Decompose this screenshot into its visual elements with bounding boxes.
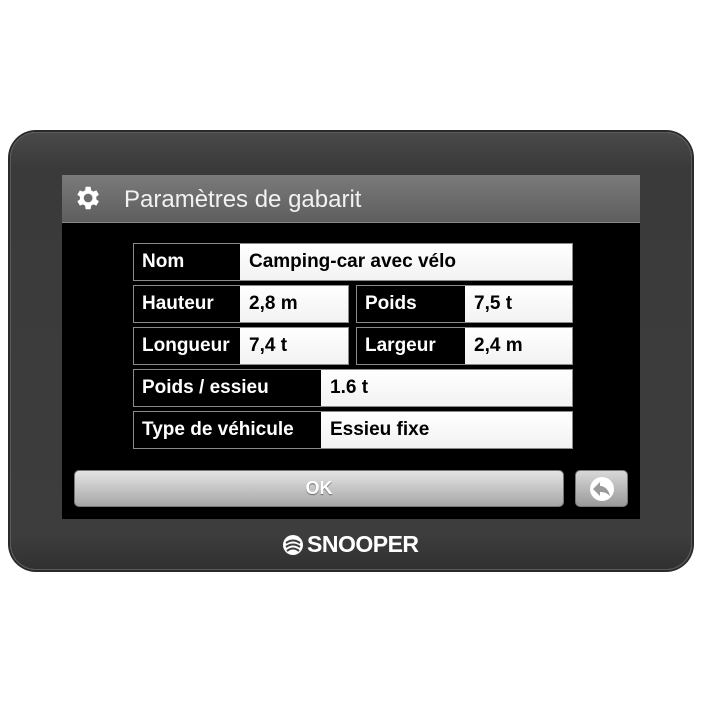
gear-icon <box>77 186 99 210</box>
field-poids-value[interactable]: 7,5 t <box>465 286 572 322</box>
page-title: Paramètres de gabarit <box>124 186 362 213</box>
snooper-logo-icon <box>283 534 303 555</box>
brand-name: SNOOPER <box>307 531 419 557</box>
field-poids-essieu[interactable]: Poids / essieu 1.6 t <box>133 369 573 407</box>
field-nom[interactable]: Nom Camping-car avec vélo <box>133 243 573 281</box>
field-poids-label: Poids <box>357 286 465 322</box>
field-longueur-value[interactable]: 7,4 t <box>240 328 348 364</box>
field-hauteur-label: Hauteur <box>134 286 240 322</box>
field-type-vehicule[interactable]: Type de véhicule Essieu fixe <box>133 411 573 449</box>
title-bar: Paramètres de gabarit <box>62 175 640 223</box>
back-button[interactable] <box>575 470 628 507</box>
field-hauteur[interactable]: Hauteur 2,8 m <box>133 285 349 323</box>
field-largeur-label: Largeur <box>357 328 465 364</box>
field-nom-label: Nom <box>134 244 240 280</box>
field-largeur-value[interactable]: 2,4 m <box>465 328 572 364</box>
field-longueur-label: Longueur <box>134 328 240 364</box>
field-type-vehicule-value[interactable]: Essieu fixe <box>321 412 572 448</box>
field-nom-value[interactable]: Camping-car avec vélo <box>240 244 572 280</box>
field-hauteur-value[interactable]: 2,8 m <box>240 286 348 322</box>
screen: Paramètres de gabarit Nom Camping-car av… <box>62 175 640 519</box>
field-poids-essieu-label: Poids / essieu <box>134 370 321 406</box>
field-poids-essieu-value[interactable]: 1.6 t <box>321 370 572 406</box>
field-largeur[interactable]: Largeur 2,4 m <box>356 327 573 365</box>
back-arrow-icon <box>589 476 614 501</box>
field-type-vehicule-label: Type de véhicule <box>134 412 321 448</box>
field-longueur[interactable]: Longueur 7,4 t <box>133 327 349 365</box>
ok-button[interactable]: OK <box>74 470 564 507</box>
field-poids[interactable]: Poids 7,5 t <box>356 285 573 323</box>
brand-logo: SNOOPER <box>282 531 419 558</box>
